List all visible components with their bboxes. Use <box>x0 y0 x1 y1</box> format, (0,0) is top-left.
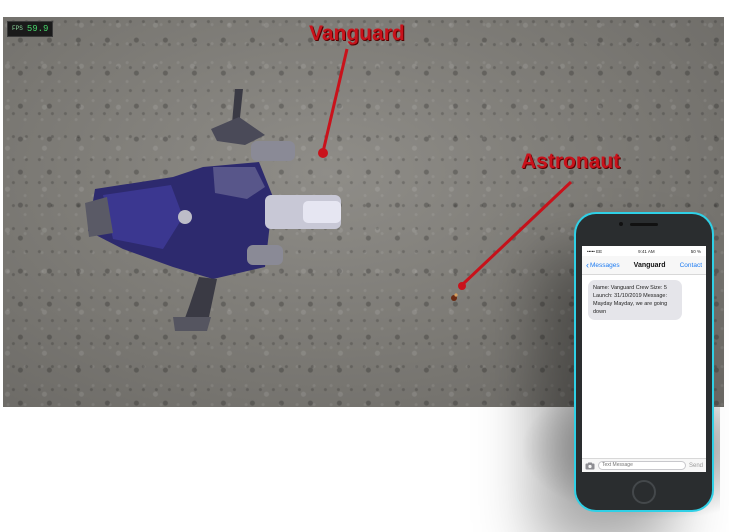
vanguard-spacecraft[interactable] <box>85 89 341 331</box>
message-text-input[interactable] <box>598 461 686 470</box>
camera-icon[interactable] <box>585 462 595 470</box>
messages-navbar: ‹ Messages Vanguard Contact <box>582 256 706 275</box>
fps-counter: FPS 59.9 <box>7 21 54 37</box>
astronaut-callout-line <box>461 180 573 286</box>
status-bar: ••••• EE 9:41 AM 50 % <box>582 246 706 256</box>
battery-label: 50 % <box>690 248 701 254</box>
message-input-bar: Send <box>582 458 706 472</box>
front-camera <box>619 222 623 226</box>
incoming-message-bubble: Name: Vanguard Crew Size: 5 Launch: 31/1… <box>588 280 682 320</box>
clock-label: 9:41 AM <box>638 248 655 254</box>
vanguard-callout-line <box>321 48 349 153</box>
send-button[interactable]: Send <box>689 463 703 469</box>
vanguard-callout-dot <box>318 148 328 158</box>
chevron-left-icon: ‹ <box>586 259 589 270</box>
astronaut-callout-label: Astronaut <box>521 150 621 173</box>
contact-button[interactable]: Contact <box>680 262 702 269</box>
back-to-messages-button[interactable]: ‹ Messages <box>586 259 620 270</box>
conversation-title: Vanguard <box>633 261 666 269</box>
phone-mockup: ••••• EE 9:41 AM 50 % ‹ Messages Vanguar… <box>576 214 712 510</box>
back-label: Messages <box>590 261 620 269</box>
astronaut-figure[interactable] <box>451 293 458 301</box>
fps-label: FPS <box>12 25 23 32</box>
messages-screen: ••••• EE 9:41 AM 50 % ‹ Messages Vanguar… <box>582 246 706 472</box>
astronaut-callout-dot <box>458 282 466 290</box>
phone-speaker <box>630 223 658 226</box>
carrier-label: ••••• EE <box>587 248 603 254</box>
fps-value: 59.9 <box>26 24 49 34</box>
vanguard-callout-label: Vanguard <box>309 22 405 45</box>
home-button[interactable] <box>632 480 656 504</box>
